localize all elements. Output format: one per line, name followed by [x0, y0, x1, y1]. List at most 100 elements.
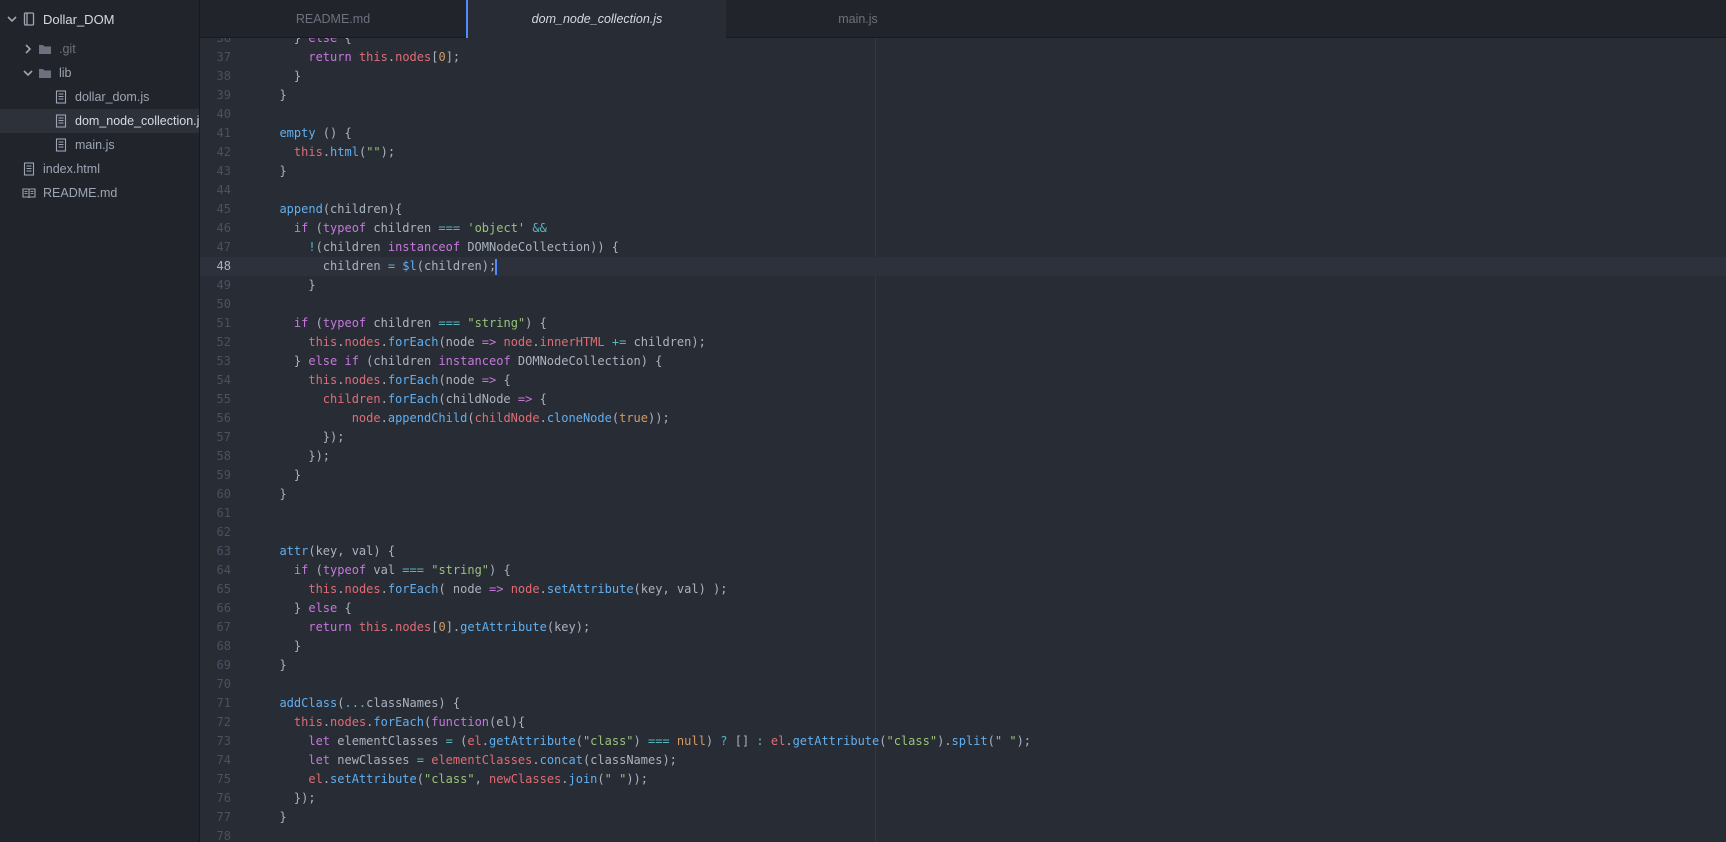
line-number: 72 — [216, 715, 231, 729]
code-text: } — [265, 278, 316, 292]
code-line[interactable]: 59 } — [200, 466, 1726, 485]
code-line[interactable]: 57 }); — [200, 428, 1726, 447]
code-line[interactable]: 73 let elementClasses = (el.getAttribute… — [200, 732, 1726, 751]
code-line[interactable]: 45 append(children){ — [200, 200, 1726, 219]
tree-folder[interactable]: lib — [0, 61, 199, 85]
line-number: 49 — [216, 278, 231, 292]
line-number: 51 — [216, 316, 231, 330]
tree-item-label: lib — [59, 66, 72, 80]
chevron-down-icon — [22, 67, 34, 79]
code-line[interactable]: 53 } else if (children instanceof DOMNod… — [200, 352, 1726, 371]
code-line[interactable]: 50 — [200, 295, 1726, 314]
code-line[interactable]: 61 — [200, 504, 1726, 523]
line-number: 58 — [216, 449, 231, 463]
code-line[interactable]: 39 } — [200, 86, 1726, 105]
code-line[interactable]: 48 children = $l(children); — [200, 257, 1726, 276]
code-line[interactable]: 58 }); — [200, 447, 1726, 466]
code-line[interactable]: 70 — [200, 675, 1726, 694]
line-number: 60 — [216, 487, 231, 501]
code-text: } — [265, 164, 287, 178]
line-number: 53 — [216, 354, 231, 368]
tree-file[interactable]: README.md — [0, 181, 199, 205]
code-line[interactable]: 52 this.nodes.forEach(node => node.inner… — [200, 333, 1726, 352]
line-number: 67 — [216, 620, 231, 634]
code-editor[interactable]: 36 } else {37 return this.nodes[0]; 38 } 3… — [200, 38, 1726, 842]
code-line[interactable]: 36 } else { — [200, 38, 1726, 48]
code-line[interactable]: 69 } — [200, 656, 1726, 675]
tab-dom-node-collection[interactable]: dom_node_collection.js — [466, 0, 726, 38]
code-line[interactable]: 75 el.setAttribute("class", newClasses.j… — [200, 770, 1726, 789]
line-number: 48 — [216, 259, 231, 273]
line-number: 43 — [216, 164, 231, 178]
chevron-down-icon — [6, 13, 18, 25]
line-number: 39 — [216, 88, 231, 102]
tree-folder[interactable]: .git — [0, 37, 199, 61]
line-number: 37 — [216, 50, 231, 64]
tree-file[interactable]: dom_node_collection.js — [0, 109, 199, 133]
tree-root-dollar-dom[interactable]: Dollar_DOM — [0, 7, 199, 31]
code-line[interactable]: 49 } — [200, 276, 1726, 295]
code-line[interactable]: 47 !(children instanceof DOMNodeCollecti… — [200, 238, 1726, 257]
code-line[interactable]: 42 this.html(""); — [200, 143, 1726, 162]
repo-icon — [22, 12, 36, 26]
code-line[interactable]: 43 } — [200, 162, 1726, 181]
code-text: } else { — [265, 601, 352, 615]
tree-file[interactable]: main.js — [0, 133, 199, 157]
code-line[interactable]: 40 — [200, 105, 1726, 124]
code-line[interactable]: 56 node.appendChild(childNode.cloneNode(… — [200, 409, 1726, 428]
tab-label: dom_node_collection.js — [531, 12, 663, 26]
code-line[interactable]: 64 if (typeof val === "string") { — [200, 561, 1726, 580]
code-text: } — [265, 658, 287, 672]
tab-main-js[interactable]: main.js — [726, 0, 990, 38]
code-line[interactable]: 62 — [200, 523, 1726, 542]
code-line[interactable]: 41 empty () { — [200, 124, 1726, 143]
line-number: 56 — [216, 411, 231, 425]
code-line[interactable]: 37 return this.nodes[0]; — [200, 48, 1726, 67]
code-line[interactable]: 74 let newClasses = elementClasses.conca… — [200, 751, 1726, 770]
code-text: children.forEach(childNode => { — [322, 392, 547, 406]
line-number: 40 — [216, 107, 231, 121]
code-line[interactable]: 44 — [200, 181, 1726, 200]
code-line[interactable]: 77 } — [200, 808, 1726, 827]
code-text: this.nodes.forEach(node => { — [308, 373, 511, 387]
code-line[interactable]: 78 — [200, 827, 1726, 842]
tree-file[interactable]: index.html — [0, 157, 199, 181]
code-text: addClass(...classNames) { — [279, 696, 461, 710]
tree-file[interactable]: dollar_dom.js — [0, 85, 199, 109]
code-line[interactable]: 51 if (typeof children === "string") { — [200, 314, 1726, 333]
line-number: 75 — [216, 772, 231, 786]
code-text: append(children){ — [279, 202, 403, 216]
code-text: this.html(""); — [293, 145, 396, 159]
line-number: 76 — [216, 791, 231, 805]
folder-icon — [38, 66, 52, 80]
line-number: 70 — [216, 677, 231, 691]
line-number: 59 — [216, 468, 231, 482]
code-line[interactable]: 54 this.nodes.forEach(node => { — [200, 371, 1726, 390]
code-text: }); — [265, 791, 316, 805]
line-number: 45 — [216, 202, 231, 216]
code-text: } — [265, 810, 287, 824]
tab-readme[interactable]: README.md — [200, 0, 466, 38]
book-icon — [22, 186, 36, 200]
code-text: this.nodes.forEach(function(el){ — [293, 715, 526, 729]
code-text: return this.nodes[0].getAttribute(key); — [308, 620, 591, 634]
line-number: 66 — [216, 601, 231, 615]
code-text: this.nodes.forEach( node => node.setAttr… — [308, 582, 728, 596]
code-line[interactable]: 76 }); — [200, 789, 1726, 808]
code-line[interactable]: 60 } — [200, 485, 1726, 504]
file-text-icon — [22, 162, 36, 176]
code-line[interactable]: 67 return this.nodes[0].getAttribute(key… — [200, 618, 1726, 637]
line-number: 41 — [216, 126, 231, 140]
code-line[interactable]: 63 attr(key, val) { — [200, 542, 1726, 561]
code-line[interactable]: 68 } — [200, 637, 1726, 656]
text-cursor — [495, 258, 498, 275]
code-line[interactable]: 46 if (typeof children === 'object' && — [200, 219, 1726, 238]
code-line[interactable]: 55 children.forEach(childNode => { — [200, 390, 1726, 409]
code-line[interactable]: 66 } else { — [200, 599, 1726, 618]
folder-icon — [38, 42, 52, 56]
code-line[interactable]: 65 this.nodes.forEach( node => node.setA… — [200, 580, 1726, 599]
code-line[interactable]: 38 } — [200, 67, 1726, 86]
line-number: 42 — [216, 145, 231, 159]
code-line[interactable]: 72 this.nodes.forEach(function(el){ — [200, 713, 1726, 732]
code-line[interactable]: 71 addClass(...classNames) { — [200, 694, 1726, 713]
